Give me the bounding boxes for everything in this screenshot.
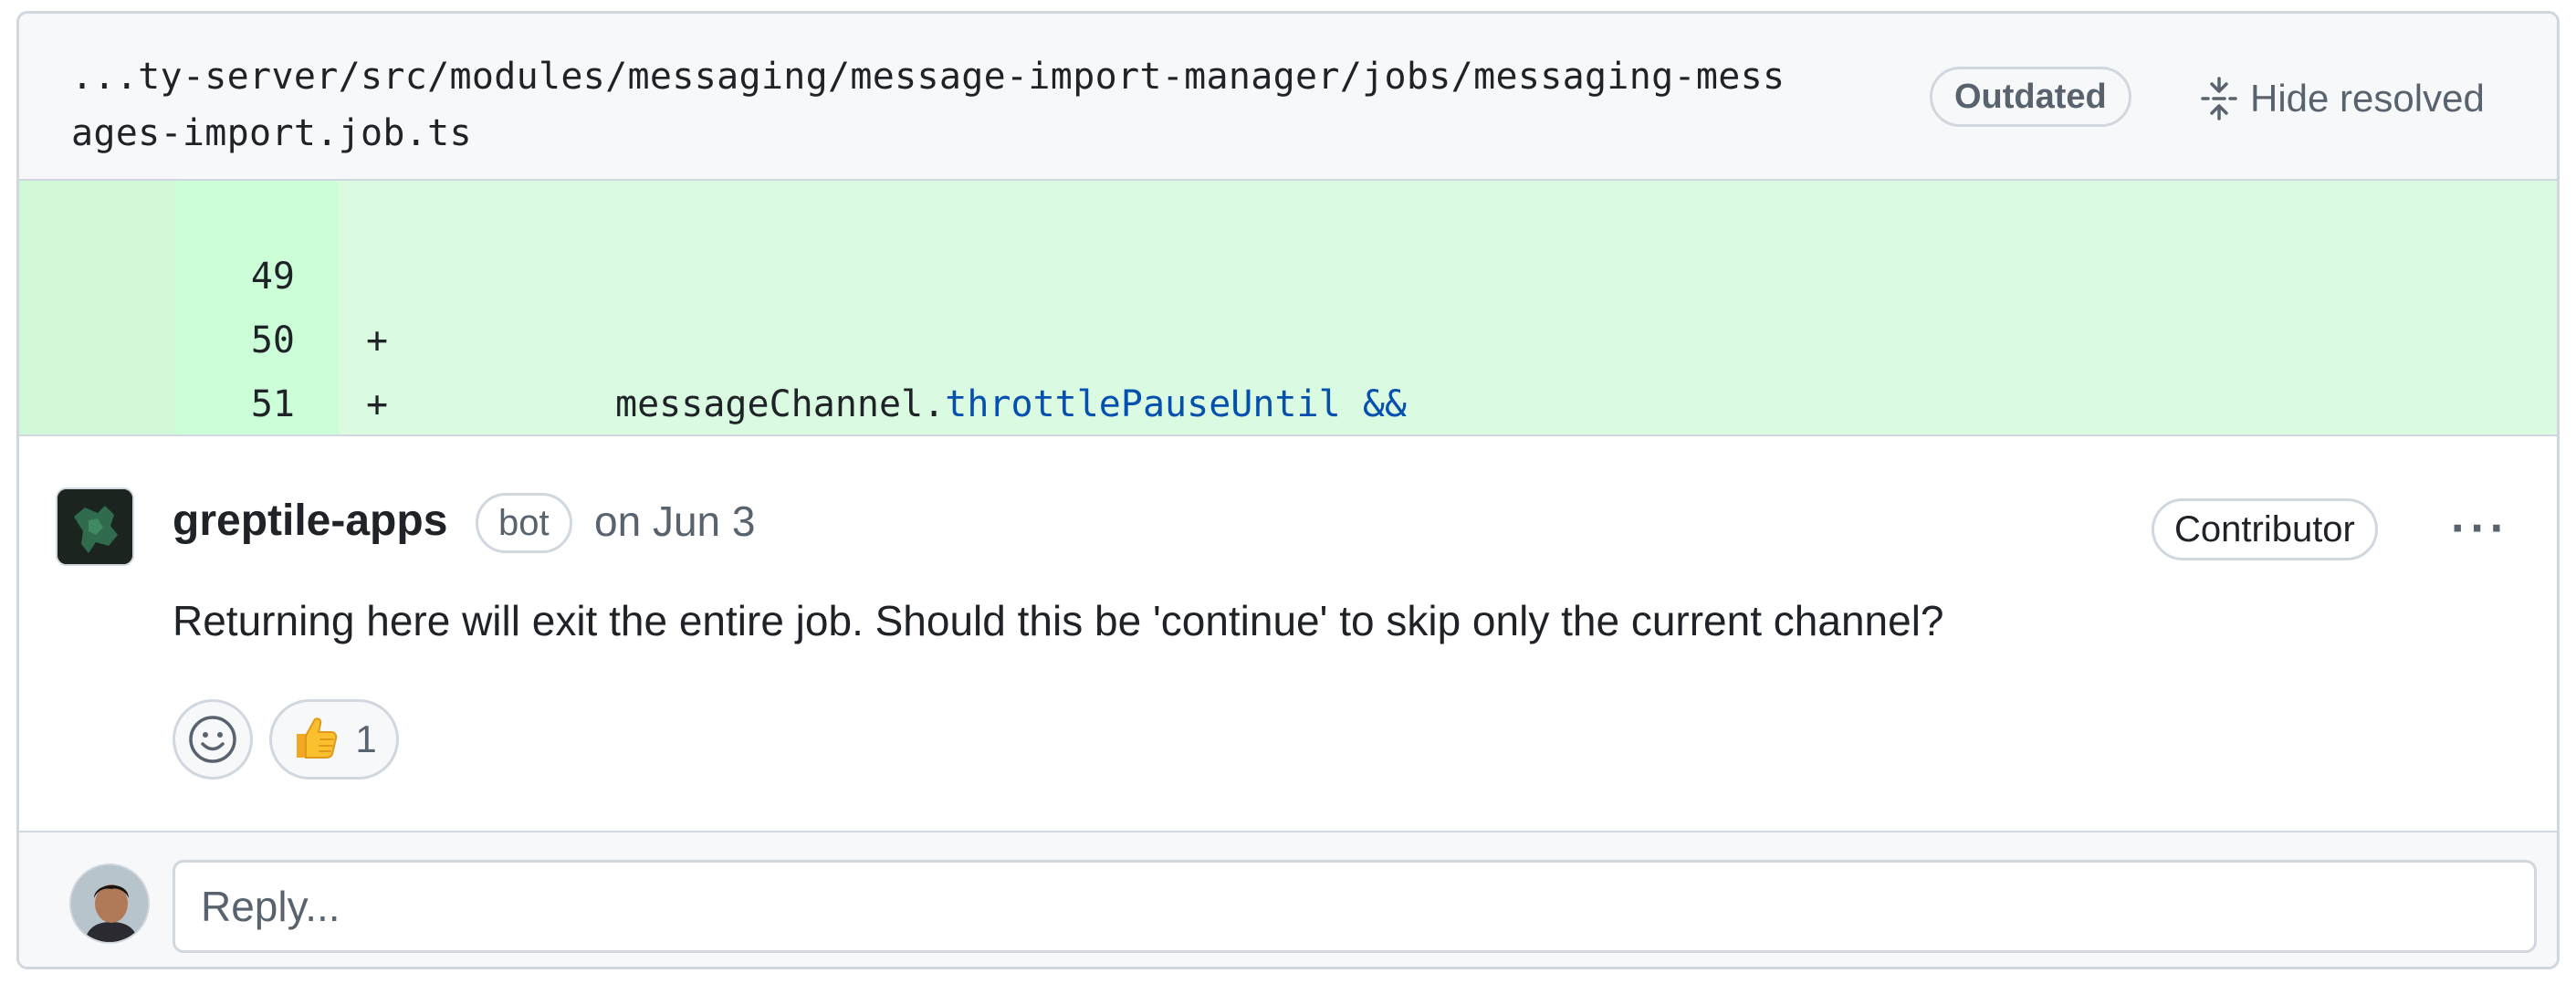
- file-path-line-2: ages-import.job.ts: [71, 112, 472, 154]
- comment-timestamp[interactable]: on Jun 3: [594, 493, 755, 550]
- reaction-count: 1: [355, 717, 377, 760]
- diff-line: 50 + messageChannel.throttlePauseUntil >…: [19, 245, 2557, 489]
- hide-resolved-label: Hide resolved: [2250, 77, 2485, 120]
- diff-line: 51 + ) {: [19, 309, 2557, 553]
- avatar[interactable]: [56, 487, 134, 566]
- bot-logo-icon: [58, 489, 132, 564]
- outdated-badge: Outdated: [1930, 67, 2131, 127]
- thumbs-up-icon: [291, 714, 339, 766]
- file-path[interactable]: ...ty-server/src/modules/messaging/messa…: [71, 48, 1915, 162]
- review-thread-card: ...ty-server/src/modules/messaging/messa…: [16, 11, 2560, 969]
- reply-area: [19, 831, 2557, 967]
- avatar[interactable]: [69, 864, 150, 944]
- more-options-button[interactable]: ···: [2444, 497, 2517, 560]
- comment-body: Returning here will exit the entire job.…: [173, 597, 1944, 644]
- bot-badge: bot: [476, 493, 572, 553]
- review-comment: greptile-apps bot on Jun 3 Contributor ·…: [19, 436, 2557, 831]
- diff-hunk: 49 + messageChannel.throttlePauseUntil &…: [19, 181, 2557, 617]
- reply-input[interactable]: [173, 860, 2537, 953]
- hide-resolved-button[interactable]: Hide resolved: [2201, 70, 2485, 127]
- fold-icon: [2201, 77, 2237, 120]
- smiley-icon: [189, 716, 236, 763]
- add-reaction-button[interactable]: [173, 699, 253, 780]
- kebab-horizontal-icon: ···: [2451, 502, 2509, 555]
- diff-line: 49 + messageChannel.throttlePauseUntil &…: [19, 181, 2557, 425]
- file-path-line-1: ...ty-server/src/modules/messaging/messa…: [71, 56, 1785, 98]
- comment-author[interactable]: greptile-apps: [173, 493, 447, 550]
- diff-line: 52 + return;: [19, 372, 2557, 617]
- contributor-badge: Contributor: [2152, 498, 2378, 560]
- user-avatar-icon: [71, 865, 148, 942]
- thumbs-up-reaction[interactable]: 1: [269, 699, 399, 780]
- file-header: ...ty-server/src/modules/messaging/messa…: [19, 14, 2557, 181]
